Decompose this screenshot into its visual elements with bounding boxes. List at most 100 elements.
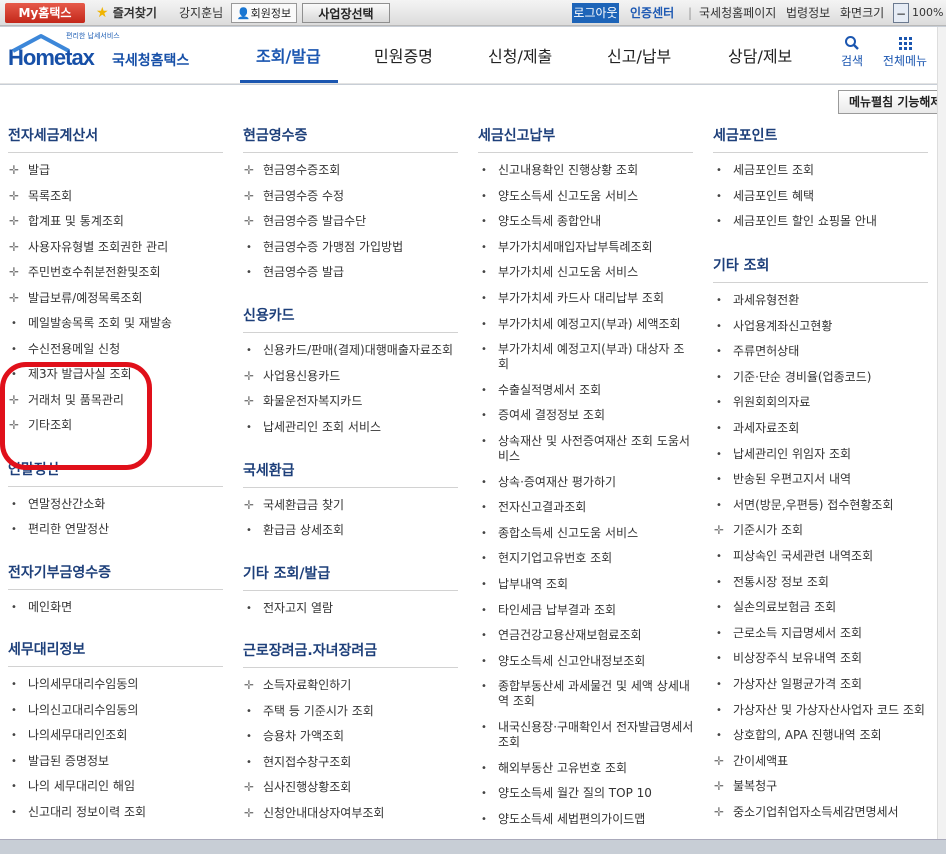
menu-item[interactable]: • 피상속인 국세관련 내역조회 (716, 549, 873, 564)
menu-item[interactable]: • 납세관리인 조회 서비스 (246, 420, 381, 435)
menu-item[interactable]: ✛ 화물운전자복지카드 (244, 394, 362, 409)
gnb-report-pay[interactable]: 신고/납부 (607, 43, 671, 67)
menu-item[interactable]: • 메일발송목록 조회 및 재발송 (11, 316, 172, 331)
menu-item[interactable]: • 세금포인트 할인 쇼핑몰 안내 (716, 214, 877, 229)
menu-item[interactable]: ✛ 기타조회 (9, 418, 72, 433)
menu-item[interactable]: • 종합소득세 신고도움 서비스 (481, 526, 638, 541)
menu-item[interactable]: • 납부내역 조회 (481, 577, 568, 592)
menu-item[interactable]: ✛ 심사진행상황조회 (244, 780, 351, 795)
menu-item[interactable]: ✛ 합계표 및 통계조회 (9, 214, 124, 229)
law-info-link[interactable]: 법령정보 (786, 3, 830, 23)
menu-item[interactable]: • 주택 등 기준시가 조회 (246, 704, 374, 719)
menu-item[interactable]: • 실손의료보험금 조회 (716, 600, 836, 615)
all-menu-button[interactable]: 전체메뉴 (879, 35, 931, 69)
member-info-button[interactable]: 👤회원정보 (231, 3, 297, 23)
menu-item[interactable]: • 부가가치세 예정고지(부과) 세액조회 (481, 317, 681, 332)
menu-item[interactable]: ✛ 사업용신용카드 (244, 369, 340, 384)
menu-item[interactable]: ✛ 소득자료확인하기 (244, 678, 351, 693)
menu-item[interactable]: • 발급된 증명정보 (11, 754, 109, 769)
menu-item[interactable]: • 나의세무대리수임동의 (11, 677, 138, 692)
gnb-civil-certificate[interactable]: 민원증명 (374, 43, 433, 67)
menu-item[interactable]: • 증여세 결정정보 조회 (481, 408, 605, 423)
menu-item[interactable]: • 반송된 우편고지서 내역 (716, 472, 851, 487)
menu-item[interactable]: • 비상장주식 보유내역 조회 (716, 651, 862, 666)
hometax-logo[interactable]: 편리한 납세서비스 Hometax 국세청홈택스 (8, 31, 198, 76)
page-scrollbar[interactable] (937, 27, 946, 847)
menu-item[interactable]: • 부가가치세 예정고지(부과) 대상자 조회 (481, 342, 694, 372)
menu-item[interactable]: • 위원회회의자료 (716, 395, 810, 410)
menu-item[interactable]: ✛ 현금영수증조회 (244, 163, 340, 178)
menu-item[interactable]: ✛ 거래처 및 품목관리 (9, 393, 124, 408)
menu-item[interactable]: • 현지기업고유번호 조회 (481, 551, 612, 566)
menu-item[interactable]: • 부가가치세 신고도움 서비스 (481, 265, 638, 280)
menu-item[interactable]: • 나의 세무대리인 해임 (11, 779, 135, 794)
menu-item[interactable]: • 전통시장 정보 조회 (716, 575, 829, 590)
menu-item[interactable]: • 승용차 가액조회 (246, 729, 344, 744)
menu-item[interactable]: ✛ 현금영수증 발급수단 (244, 214, 366, 229)
menu-item[interactable]: • 편리한 연말정산 (11, 522, 109, 537)
menu-item[interactable]: • 해외부동산 고유번호 조회 (481, 761, 627, 776)
menu-item[interactable]: • 현금영수증 발급 (246, 265, 344, 280)
menu-item[interactable]: • 상속재산 및 사전증여재산 조회 도움서비스 (481, 434, 694, 464)
menu-item[interactable]: • 가상자산 및 가상자산사업자 코드 조회 (716, 703, 925, 718)
menu-item[interactable]: ✛ 발급 (9, 163, 50, 178)
menu-item[interactable]: • 사업용계좌신고현황 (716, 319, 832, 334)
menu-item[interactable]: ✛ 기준시가 조회 (714, 523, 803, 538)
menu-item[interactable]: • 신고내용확인 진행상황 조회 (481, 163, 638, 178)
favorites-button[interactable]: ★ 즐겨찾기 (96, 3, 157, 23)
menu-item[interactable]: • 과세유형전환 (716, 293, 799, 308)
menu-item[interactable]: • 환급금 상세조회 (246, 523, 344, 538)
my-hometax-button[interactable]: My홈택스 (5, 3, 85, 23)
menu-item[interactable]: • 세금포인트 조회 (716, 163, 814, 178)
menu-item[interactable]: • 양도소득세 월간 질의 TOP 10 (481, 786, 652, 801)
menu-item[interactable]: • 연말정산간소화 (11, 497, 105, 512)
menu-item[interactable]: ✛ 불복청구 (714, 779, 777, 794)
menu-item[interactable]: • 양도소득세 신고안내정보조회 (481, 654, 645, 669)
menu-item[interactable]: ✛ 신청안내대상자여부조회 (244, 806, 384, 821)
menu-item[interactable]: • 타인세금 납부결과 조회 (481, 603, 616, 618)
menu-item[interactable]: • 부가가치세매입자납부특례조회 (481, 240, 653, 255)
hometax-homepage-link[interactable]: 국세청홈페이지 (699, 3, 776, 23)
menu-item[interactable]: • 가상자산 일평균가격 조회 (716, 677, 862, 692)
menu-item[interactable]: ✛ 사용자유형별 조회권한 관리 (9, 240, 168, 255)
menu-item[interactable]: • 신고대리 정보이력 조회 (11, 805, 146, 820)
menu-item[interactable]: • 부가가치세 카드사 대리납부 조회 (481, 291, 664, 306)
menu-item[interactable]: • 근로소득 지급명세서 조회 (716, 626, 862, 641)
gnb-lookup-issue[interactable]: 조회/발급 (256, 43, 321, 67)
zoom-out-button[interactable]: − (893, 3, 909, 23)
menu-item[interactable]: • 상호합의, APA 진행내역 조회 (716, 728, 882, 743)
menu-item[interactable]: • 양도소득세 종합안내 (481, 214, 601, 229)
menu-item[interactable]: • 수신전용메일 신청 (11, 342, 120, 357)
menu-item[interactable]: • 종합부동산세 과세물건 및 세액 상세내역 조회 (481, 679, 694, 709)
menu-item[interactable]: • 서면(방문,우편등) 접수현황조회 (716, 498, 893, 513)
gnb-apply-submit[interactable]: 신청/제출 (488, 43, 552, 67)
menu-item[interactable]: • 전자고지 열람 (246, 601, 333, 616)
menu-item[interactable]: • 납세관리인 위임자 조회 (716, 447, 851, 462)
menu-item[interactable]: • 나의신고대리수임동의 (11, 703, 138, 718)
menu-item[interactable]: • 현지접수창구조회 (246, 755, 351, 770)
menu-item[interactable]: ✛ 주민번호수취분전환및조회 (9, 265, 161, 280)
menu-item[interactable]: • 내국신용장·구매확인서 전자발급명세서 조회 (481, 720, 694, 750)
menu-item[interactable]: • 현금영수증 가맹점 가입방법 (246, 240, 403, 255)
menu-item[interactable]: • 양도소득세 세법편의가이드맵 (481, 812, 645, 827)
menu-item[interactable]: • 연금건강고용산재보험료조회 (481, 628, 641, 643)
menu-item[interactable]: • 기준·단순 경비율(업종코드) (716, 370, 871, 385)
cert-center-link[interactable]: 인증센터 (630, 3, 674, 23)
menu-item[interactable]: • 메인화면 (11, 600, 72, 615)
menu-item[interactable]: • 수출실적명세서 조회 (481, 383, 601, 398)
menu-item[interactable]: • 신용카드/판매(결제)대행매출자료조회 (246, 343, 453, 358)
menu-item[interactable]: • 나의세무대리인조회 (11, 728, 127, 743)
logout-button[interactable]: 로그아웃 (572, 3, 619, 23)
menu-item[interactable]: • 세금포인트 혜택 (716, 189, 814, 204)
menu-item[interactable]: • 양도소득세 신고도움 서비스 (481, 189, 638, 204)
menu-item[interactable]: ✛ 중소기업취업자소득세감면명세서 (714, 805, 899, 820)
business-select-button[interactable]: 사업장선택 (302, 3, 390, 23)
menu-item[interactable]: • 과세자료조회 (716, 421, 799, 436)
menu-item[interactable]: • 전자신고결과조회 (481, 500, 586, 515)
menu-item[interactable]: ✛ 현금영수증 수정 (244, 189, 344, 204)
menu-item[interactable]: ✛ 국세환급금 찾기 (244, 498, 344, 513)
gnb-consult-report[interactable]: 상담/제보 (728, 43, 792, 67)
menu-item[interactable]: ✛ 간이세액표 (714, 754, 788, 769)
menu-item[interactable]: • 제3자 발급사실 조회 (11, 367, 132, 382)
search-button[interactable]: 검색 (838, 35, 866, 69)
